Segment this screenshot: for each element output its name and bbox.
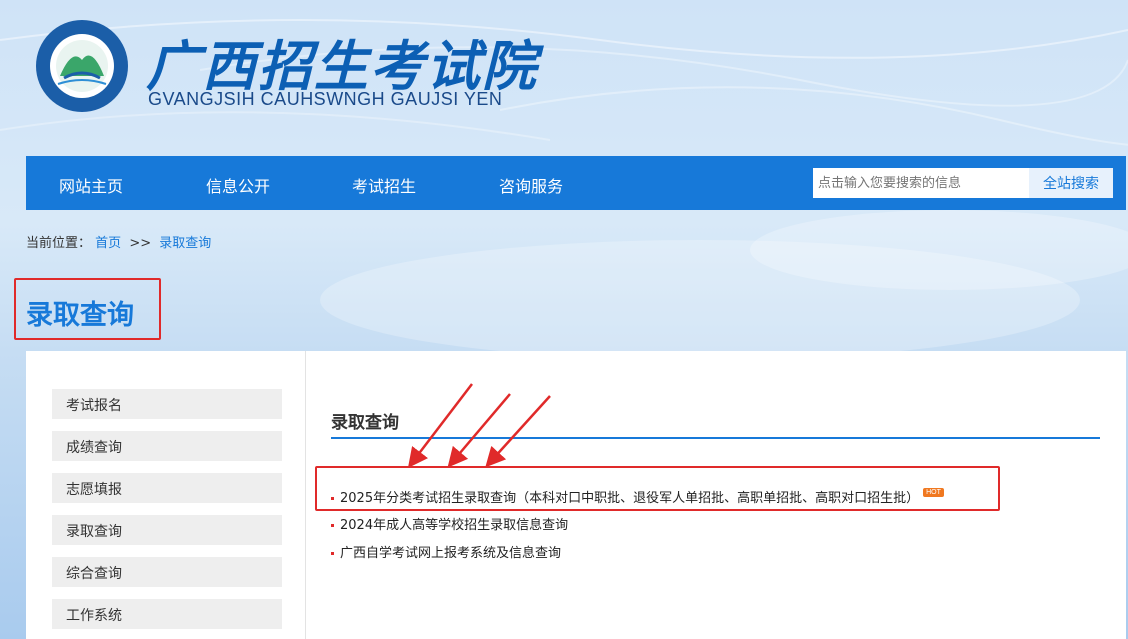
section-title: 录取查询	[331, 413, 399, 433]
breadcrumb-current[interactable]: 录取查询	[159, 236, 211, 251]
link-2024-adult-admission[interactable]: 2024年成人高等学校招生录取信息查询	[331, 514, 568, 533]
annotation-arrows	[407, 383, 551, 468]
breadcrumb-home-link[interactable]: 首页	[95, 236, 121, 251]
link-label: 2024年成人高等学校招生录取信息查询	[340, 518, 569, 533]
page-title: 录取查询	[26, 300, 134, 331]
nav-item-info[interactable]: 信息公开	[206, 173, 270, 197]
sidebar-item-volunteer[interactable]: 志愿填报	[52, 473, 282, 503]
sidebar-item-general-query[interactable]: 综合查询	[52, 557, 282, 587]
breadcrumb-prefix: 当前位置：	[26, 236, 92, 251]
link-label: 广西自学考试网上报考系统及信息查询	[340, 546, 562, 561]
sidebar-item-exam-signup[interactable]: 考试报名	[52, 389, 282, 419]
site-logo	[36, 20, 128, 112]
annotation-box-link	[315, 466, 1000, 511]
sidebar-item-admission-query[interactable]: 录取查询	[52, 515, 282, 545]
nav-item-consult[interactable]: 咨询服务	[499, 173, 563, 197]
sidebar-item-score-query[interactable]: 成绩查询	[52, 431, 282, 461]
bullet-icon	[331, 524, 334, 527]
nav-item-exam[interactable]: 考试招生	[352, 173, 416, 197]
search-input[interactable]	[813, 168, 1029, 198]
brand-name-en: GVANGJSIH CAUHSWNGH GAUJSI YEN	[148, 89, 503, 109]
nav-item-home[interactable]: 网站主页	[59, 173, 123, 197]
bullet-icon	[331, 552, 334, 555]
sidebar-divider	[305, 351, 306, 639]
sidebar-item-work-system[interactable]: 工作系统	[52, 599, 282, 629]
search-button[interactable]: 全站搜索	[1029, 168, 1113, 198]
link-self-study-exam[interactable]: 广西自学考试网上报考系统及信息查询	[331, 542, 561, 561]
main-nav: 网站主页 信息公开 考试招生 咨询服务 全站搜索	[26, 156, 1126, 210]
breadcrumb-separator: >>	[129, 236, 152, 251]
breadcrumb: 当前位置： 首页 >> 录取查询	[26, 232, 211, 251]
